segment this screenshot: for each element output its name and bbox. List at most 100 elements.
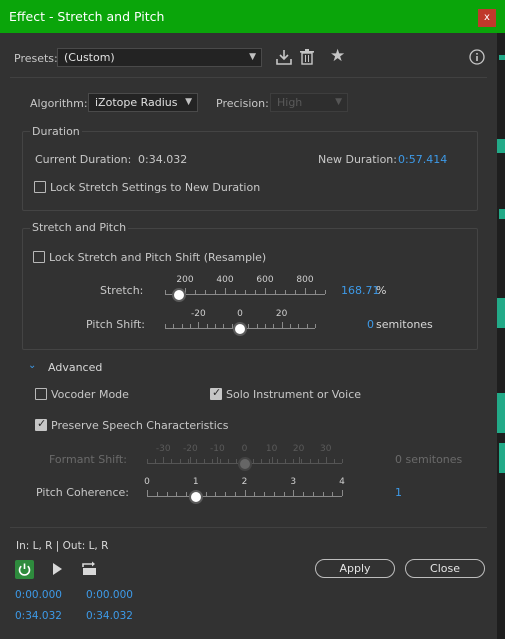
slider-track: [165, 294, 325, 295]
window-title: Effect - Stretch and Pitch: [9, 9, 165, 24]
selection-start-time[interactable]: 0:00.000: [15, 589, 62, 601]
stretch-unit: %: [376, 284, 387, 297]
slider-tick: [181, 324, 183, 328]
slider-tick: [342, 459, 343, 463]
slider-tick: [166, 492, 168, 496]
lock-stretch-settings-checkbox[interactable]: [34, 181, 46, 193]
slider-tick-label: 1: [192, 477, 199, 487]
close-button[interactable]: Close: [405, 559, 485, 578]
play-icon[interactable]: [51, 562, 63, 576]
algorithm-dropdown[interactable]: iZotope Radius ▼: [88, 93, 198, 112]
lock-stretch-pitch-checkbox[interactable]: [33, 251, 45, 263]
star-icon[interactable]: ★: [330, 46, 345, 66]
slider-tick-label: -20: [182, 444, 198, 454]
slider-tick-label: 600: [256, 275, 274, 285]
slider-tick: [277, 459, 278, 463]
pitch-coherence-value[interactable]: 1: [395, 486, 402, 499]
new-duration-value[interactable]: 0:57.414: [398, 153, 447, 166]
slider-major-tick: [342, 490, 343, 496]
stretch-pitch-section-title: Stretch and Pitch: [30, 221, 129, 234]
slider-thumb[interactable]: [237, 457, 252, 471]
pitch-shift-slider[interactable]: -20 0 20: [165, 309, 316, 341]
stretch-value[interactable]: 168.71: [341, 284, 380, 297]
view-start-time[interactable]: 0:00.000: [86, 589, 133, 601]
slider-tick: [260, 459, 262, 463]
slider-tick: [315, 324, 316, 328]
vocoder-mode-checkbox[interactable]: [35, 388, 47, 400]
slider-tick: [203, 459, 205, 463]
slider-tick: [220, 459, 222, 463]
slider-major-tick: [305, 288, 306, 294]
formant-shift-slider[interactable]: -30 -20 -10 0 10 20 30: [147, 444, 343, 476]
loop-icon[interactable]: [81, 561, 98, 576]
selection-end-time[interactable]: 0:34.032: [15, 610, 62, 622]
solo-instrument-label: Solo Instrument or Voice: [226, 388, 362, 401]
lock-stretch-pitch-label: Lock Stretch and Pitch Shift (Resample): [49, 251, 267, 264]
slider-tick: [252, 459, 254, 463]
slider-tick: [215, 290, 216, 294]
presets-dropdown[interactable]: (Custom) ▼: [57, 48, 262, 67]
power-toggle-button[interactable]: [15, 560, 34, 579]
slider-tick-label: -20: [190, 309, 206, 319]
slider-tick: [235, 290, 236, 294]
duration-group: [22, 131, 478, 211]
slider-major-tick: [190, 457, 192, 463]
slider-major-tick: [325, 457, 327, 463]
slider-tick-label: 2: [241, 477, 248, 487]
stretch-slider[interactable]: 200 400 600 800: [165, 275, 326, 307]
slider-tick-label: 20: [275, 309, 288, 319]
slider-tick-label: 10: [265, 444, 278, 454]
info-icon[interactable]: [469, 49, 485, 65]
chevron-down-icon[interactable]: ⌄: [28, 360, 36, 371]
formant-shift-value: 0 semitones: [395, 453, 463, 466]
slider-major-tick: [244, 490, 246, 496]
duration-section-title: Duration: [30, 125, 82, 138]
slider-tick-label: 30: [320, 444, 332, 454]
slider-tick: [234, 492, 236, 496]
slider-thumb[interactable]: [171, 288, 186, 302]
chevron-down-icon: ▼: [335, 97, 342, 107]
advanced-toggle[interactable]: Advanced: [48, 361, 102, 374]
slider-tick-label: 3: [290, 477, 297, 487]
chevron-down-icon: ▼: [249, 52, 256, 62]
slider-tick: [306, 324, 308, 328]
slider-tick: [223, 324, 225, 328]
pitch-coherence-slider[interactable]: 0 1 2 3 4: [144, 477, 345, 509]
pitch-shift-value[interactable]: 0: [367, 318, 374, 331]
slider-thumb[interactable]: [188, 490, 203, 504]
slider-tick: [333, 459, 335, 463]
precision-dropdown[interactable]: High ▼: [270, 93, 348, 112]
slider-tick: [293, 459, 295, 463]
slider-tick: [285, 459, 287, 463]
view-end-time[interactable]: 0:34.032: [86, 610, 133, 622]
formant-shift-label: Formant Shift:: [49, 453, 127, 466]
slider-tick: [165, 290, 166, 294]
slider-tick: [264, 492, 265, 496]
slider-tick: [268, 459, 270, 463]
effect-dialog: Presets: (Custom) ▼ ★ Algorithm: iZotope…: [0, 33, 497, 639]
solo-instrument-checkbox[interactable]: [210, 386, 222, 400]
slider-tick-label: 0: [241, 444, 248, 454]
slider-tick: [179, 459, 181, 463]
slider-tick-label: 0: [144, 477, 150, 487]
close-window-button[interactable]: x: [478, 9, 496, 27]
apply-button[interactable]: Apply: [315, 559, 395, 578]
algorithm-label: Algorithm:: [30, 97, 88, 110]
slider-major-tick: [147, 490, 148, 496]
slider-major-tick: [281, 322, 283, 328]
slider-tick-label: 200: [176, 275, 194, 285]
presets-value: (Custom): [64, 51, 115, 64]
trash-icon[interactable]: [299, 48, 315, 65]
slider-tick: [205, 290, 206, 294]
pitch-coherence-label: Pitch Coherence:: [36, 486, 129, 499]
slider-tick-label: 0: [237, 309, 243, 319]
slider-tick: [186, 492, 187, 496]
algorithm-value: iZotope Radius: [95, 96, 178, 109]
slider-thumb[interactable]: [233, 322, 247, 336]
slider-tick: [215, 324, 216, 328]
preserve-speech-checkbox[interactable]: [35, 417, 47, 431]
slider-major-tick: [225, 288, 226, 294]
precision-value: High: [277, 96, 303, 109]
save-preset-icon[interactable]: [276, 49, 292, 65]
slider-tick: [225, 492, 226, 496]
